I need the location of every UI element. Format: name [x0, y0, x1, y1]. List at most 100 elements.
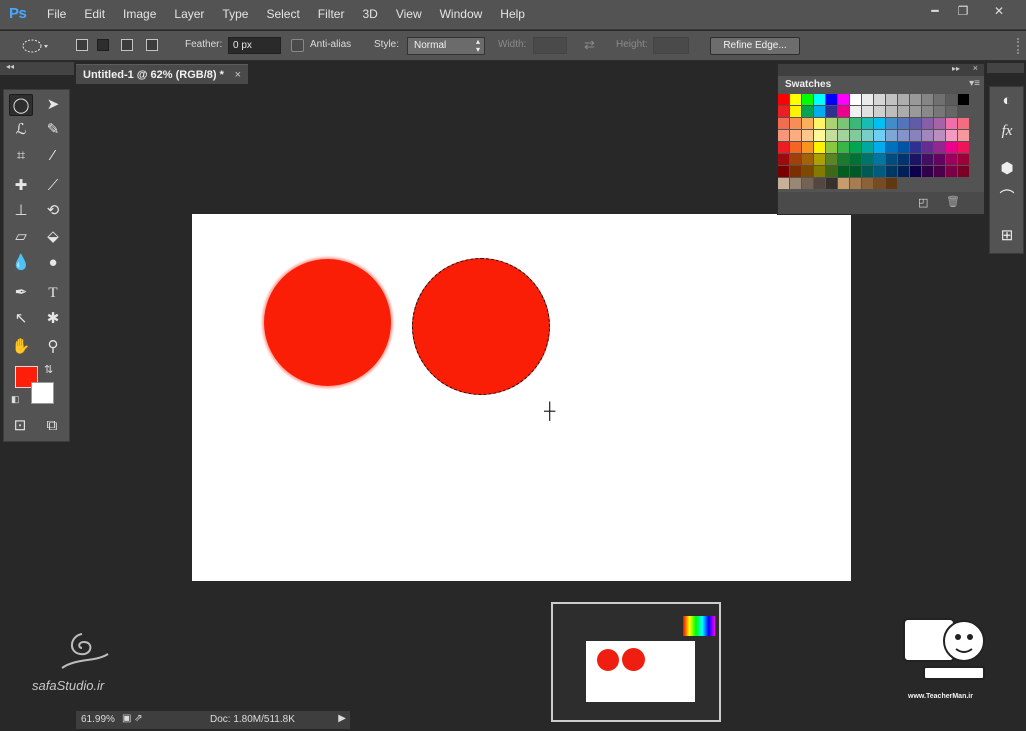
adjustments-icon[interactable]: ◐: [996, 90, 1018, 112]
swatch[interactable]: [850, 94, 861, 105]
close-button[interactable]: ✕: [980, 3, 1018, 20]
new-selection-icon[interactable]: [76, 39, 88, 51]
paths-icon[interactable]: ⌒: [996, 187, 1018, 209]
swatch[interactable]: [874, 142, 885, 153]
tools-panel-header[interactable]: ◂◂: [0, 62, 74, 75]
dock-header[interactable]: [987, 63, 1024, 73]
feather-input[interactable]: 0 px: [228, 37, 281, 54]
swatch[interactable]: [802, 106, 813, 117]
dodge-tool-icon[interactable]: ●: [41, 252, 65, 274]
swatch[interactable]: [862, 94, 873, 105]
new-swatch-icon[interactable]: ◰: [918, 196, 928, 209]
menu-layer[interactable]: Layer: [165, 7, 213, 21]
swatch[interactable]: [814, 130, 825, 141]
subtract-from-selection-icon[interactable]: [121, 39, 133, 51]
swatch[interactable]: [826, 130, 837, 141]
swatch[interactable]: [790, 130, 801, 141]
hand-tool-icon[interactable]: ✋: [9, 336, 33, 358]
swatch[interactable]: [946, 142, 957, 153]
swatch[interactable]: [910, 130, 921, 141]
swatch[interactable]: [898, 154, 909, 165]
swatch[interactable]: [826, 94, 837, 105]
swatch[interactable]: [802, 154, 813, 165]
swatch[interactable]: [958, 118, 969, 129]
add-to-selection-icon[interactable]: [97, 39, 109, 51]
swatch[interactable]: [922, 106, 933, 117]
swatch[interactable]: [790, 94, 801, 105]
swatch[interactable]: [850, 178, 861, 189]
swatch[interactable]: [790, 166, 801, 177]
pen-tool-icon[interactable]: ✒: [9, 282, 33, 304]
swatch[interactable]: [850, 154, 861, 165]
swatch[interactable]: [790, 142, 801, 153]
swatch[interactable]: [778, 130, 789, 141]
menu-3d[interactable]: 3D: [353, 7, 386, 21]
swatch[interactable]: [886, 178, 897, 189]
swatch[interactable]: [862, 118, 873, 129]
close-panel-icon[interactable]: ×: [973, 63, 978, 73]
collapse-icon[interactable]: ◂◂: [6, 62, 14, 71]
path-selection-icon[interactable]: ↖: [9, 308, 33, 330]
styles-fx-icon[interactable]: fx: [996, 120, 1018, 142]
menu-image[interactable]: Image: [114, 7, 165, 21]
menu-filter[interactable]: Filter: [309, 7, 354, 21]
swatch[interactable]: [922, 130, 933, 141]
panel-menu-icon[interactable]: ▾≡: [969, 78, 980, 89]
swatch[interactable]: [874, 178, 885, 189]
swatch[interactable]: [814, 166, 825, 177]
maximize-button[interactable]: ❐: [948, 3, 978, 20]
swatch[interactable]: [934, 94, 945, 105]
elliptical-marquee-icon[interactable]: ◯: [9, 94, 33, 116]
swatch[interactable]: [910, 142, 921, 153]
swatch[interactable]: [802, 178, 813, 189]
swatch[interactable]: [874, 106, 885, 117]
swatch[interactable]: [922, 154, 933, 165]
swatch[interactable]: [910, 166, 921, 177]
history-brush-icon[interactable]: ⟲: [41, 200, 65, 222]
swatch[interactable]: [934, 130, 945, 141]
swatch[interactable]: [874, 118, 885, 129]
menu-type[interactable]: Type: [213, 7, 257, 21]
swatch[interactable]: [934, 118, 945, 129]
swatch[interactable]: [922, 118, 933, 129]
minimize-button[interactable]: ━: [920, 3, 950, 20]
swatch[interactable]: [874, 130, 885, 141]
collapse-panel-icon[interactable]: ▸▸: [952, 64, 960, 73]
swatch[interactable]: [862, 130, 873, 141]
paint-bucket-icon[interactable]: ⬙: [41, 226, 65, 248]
swatch[interactable]: [886, 166, 897, 177]
custom-shape-icon[interactable]: ✱: [41, 308, 65, 330]
height-input[interactable]: [653, 37, 689, 54]
swatch[interactable]: [850, 142, 861, 153]
swatch[interactable]: [826, 154, 837, 165]
swatch[interactable]: [922, 166, 933, 177]
swatch[interactable]: [838, 178, 849, 189]
intersect-selection-icon[interactable]: [146, 39, 158, 51]
swatch[interactable]: [922, 142, 933, 153]
swatch[interactable]: [922, 94, 933, 105]
blur-tool-icon[interactable]: 💧: [9, 252, 33, 274]
zoom-level[interactable]: 61.99%: [81, 714, 115, 725]
swatch[interactable]: [898, 130, 909, 141]
swatch[interactable]: [790, 178, 801, 189]
swap-dimensions-icon[interactable]: ⇄: [584, 37, 595, 53]
swatch[interactable]: [862, 166, 873, 177]
close-document-icon[interactable]: ×: [235, 65, 241, 85]
swatch[interactable]: [934, 142, 945, 153]
type-tool-icon[interactable]: T: [41, 282, 65, 304]
swatch[interactable]: [778, 178, 789, 189]
swatch[interactable]: [850, 106, 861, 117]
swatch[interactable]: [946, 166, 957, 177]
brush-tool-icon[interactable]: ⟋: [41, 175, 65, 197]
swatch[interactable]: [958, 154, 969, 165]
refine-edge-button[interactable]: Refine Edge...: [710, 37, 800, 55]
swatch[interactable]: [958, 166, 969, 177]
eraser-tool-icon[interactable]: ▱: [9, 226, 33, 248]
swatch[interactable]: [814, 178, 825, 189]
swatch[interactable]: [790, 154, 801, 165]
swatch[interactable]: [814, 94, 825, 105]
default-colors-icon[interactable]: ◧: [11, 394, 20, 405]
swatch[interactable]: [838, 106, 849, 117]
swatch[interactable]: [778, 94, 789, 105]
swatch[interactable]: [850, 118, 861, 129]
